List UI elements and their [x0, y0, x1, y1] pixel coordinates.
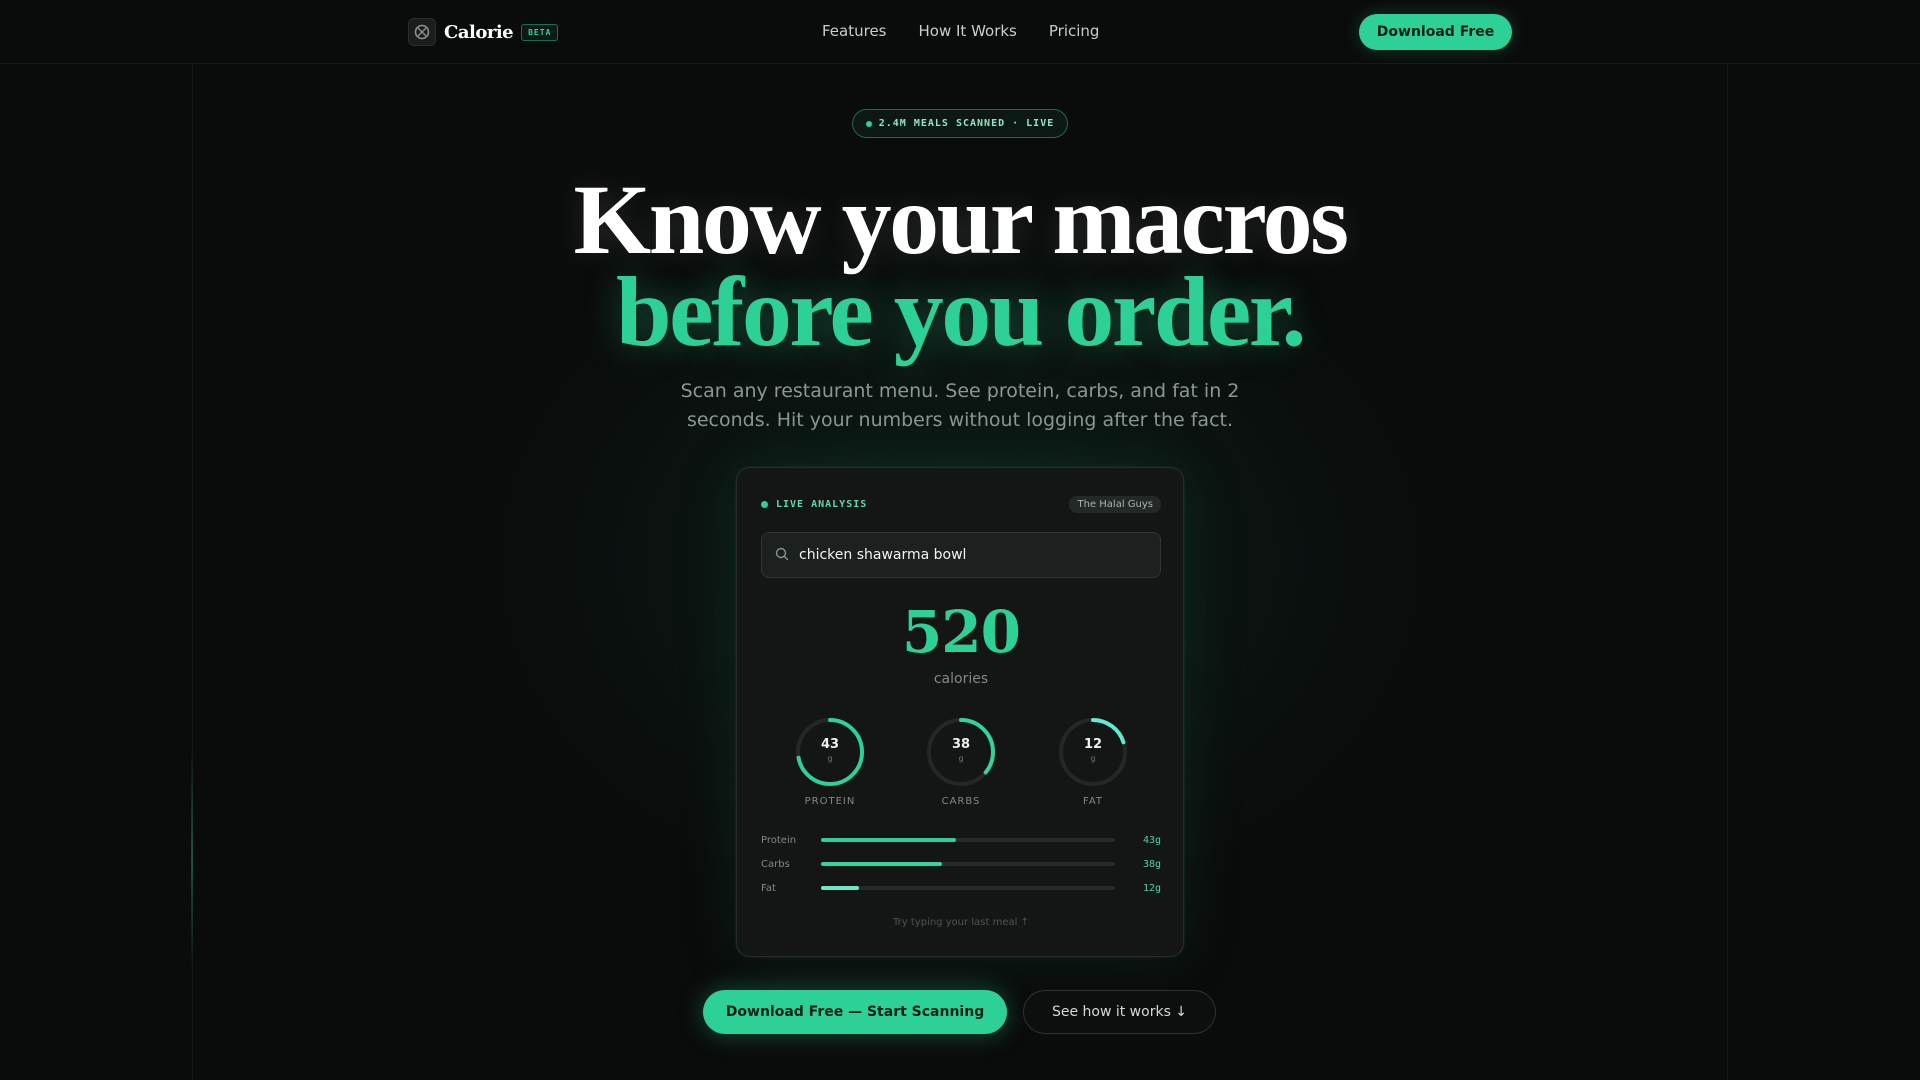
fat-ring: 12 g FAT: [1057, 716, 1129, 807]
fat-ring-chart: [1059, 718, 1127, 786]
calorie-label: calories: [933, 671, 989, 687]
protein-ring-chart: [796, 718, 864, 786]
nav-links: Features How It Works Pricing: [822, 22, 1099, 40]
status-dot-icon: [761, 501, 768, 508]
restaurant-tag: The Halal Guys: [1069, 496, 1161, 513]
nav-download-button[interactable]: Download Free: [1359, 14, 1512, 50]
logo-icon: [408, 18, 436, 46]
brand-name: Calorie: [444, 21, 514, 43]
bar-fill: [821, 886, 860, 890]
meals-scanned-text: 2.4M MEALS SCANNED · LIVE: [878, 118, 1055, 129]
macro-rings: 43 g PROTEIN 38 g CARBS 12 g FAT: [737, 716, 1185, 816]
meal-search-input[interactable]: chicken shawarma bowl: [761, 532, 1161, 578]
nav-link-pricing[interactable]: Pricing: [1049, 22, 1100, 40]
bar-track: [821, 886, 1115, 890]
top-nav: Calorie BETA Features How It Works Prici…: [0, 0, 1920, 64]
bar-fill: [821, 862, 942, 866]
carbs-ring-chart: [927, 718, 995, 786]
fat-ring-unit: g: [1090, 754, 1096, 763]
live-analysis-card: LIVE ANALYSIS The Halal Guys chicken sha…: [736, 467, 1184, 957]
fat-ring-label: FAT: [1082, 796, 1103, 807]
typing-hint: Try typing your last meal ↑: [893, 917, 1029, 928]
macro-bar-carbs: Carbs 38g: [761, 852, 1161, 876]
fat-ring-value: 12: [1083, 737, 1103, 752]
headline-line-1: Know your macros: [573, 164, 1350, 275]
brand[interactable]: Calorie BETA: [408, 18, 559, 46]
protein-ring-unit: g: [827, 754, 833, 763]
nav-link-features[interactable]: Features: [822, 22, 887, 40]
macro-bars: Protein 43g Carbs 38g Fat 12g: [761, 828, 1161, 900]
live-dot-icon: [865, 120, 872, 127]
bar-label: Fat: [761, 882, 776, 894]
macro-bar-fat: Fat 12g: [761, 876, 1161, 900]
meals-scanned-badge: 2.4M MEALS SCANNED · LIVE: [852, 109, 1068, 138]
calorie-count: 520: [901, 598, 1021, 666]
protein-ring-value: 43: [820, 737, 840, 752]
bar-fill: [821, 838, 957, 842]
download-start-scanning-button[interactable]: Download Free — Start Scanning: [703, 990, 1007, 1034]
live-analysis-label: LIVE ANALYSIS: [776, 499, 868, 510]
beta-badge: BETA: [521, 23, 559, 41]
headline-line-2: before you order.: [616, 256, 1306, 367]
nav-link-how-it-works[interactable]: How It Works: [919, 22, 1017, 40]
bar-track: [821, 862, 1115, 866]
bar-value: 43g: [1142, 834, 1161, 846]
bar-value: 12g: [1142, 882, 1161, 894]
carbs-ring-unit: g: [958, 754, 964, 763]
card-header: LIVE ANALYSIS The Halal Guys: [761, 496, 1161, 513]
macro-bar-protein: Protein 43g: [761, 828, 1161, 852]
carbs-ring-label: CARBS: [941, 796, 981, 807]
protein-ring: 43 g PROTEIN: [794, 716, 866, 807]
bar-value: 38g: [1142, 858, 1161, 870]
carbs-ring-value: 38: [951, 737, 971, 752]
search-value: chicken shawarma bowl: [799, 547, 967, 563]
bar-label: Protein: [761, 834, 797, 846]
hero-subtitle: Scan any restaurant menu. See protein, c…: [680, 380, 1240, 431]
carbs-ring: 38 g CARBS: [925, 716, 997, 807]
bar-track: [821, 838, 1115, 842]
live-status: LIVE ANALYSIS: [761, 499, 867, 510]
bar-label: Carbs: [761, 858, 790, 870]
see-how-it-works-button[interactable]: See how it works ↓: [1023, 990, 1216, 1034]
protein-ring-label: PROTEIN: [804, 796, 856, 807]
search-icon: [775, 546, 789, 565]
